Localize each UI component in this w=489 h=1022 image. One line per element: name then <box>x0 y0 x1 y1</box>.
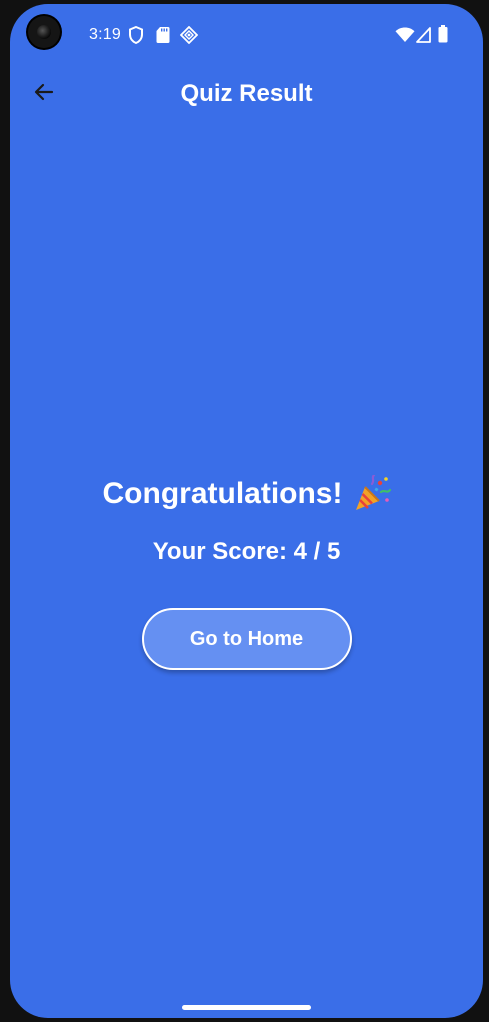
result-content: Congratulations! Your Score: 4 / 5 Go to… <box>10 472 483 670</box>
go-to-home-button[interactable]: Go to Home <box>141 608 352 670</box>
status-bar: 3:19 <box>10 22 483 50</box>
battery-icon <box>438 25 448 48</box>
status-time: 3:19 <box>89 26 121 43</box>
party-popper-icon <box>353 473 391 513</box>
app-bar: Quiz Result <box>10 64 483 120</box>
score-text: Your Score: 4 / 5 <box>152 538 341 565</box>
wifi-icon <box>395 27 415 48</box>
gesture-nav-handle[interactable] <box>182 1005 311 1010</box>
game-controller-icon <box>179 25 199 49</box>
page-title: Quiz Result <box>180 80 313 107</box>
app-screen: 3:19 Quiz Result Congratulations! Your S… <box>10 4 483 1018</box>
cellular-signal-icon <box>416 27 431 48</box>
shield-icon <box>128 25 144 49</box>
congratulations-text: Congratulations! <box>102 477 343 510</box>
sd-card-icon <box>156 26 170 49</box>
congratulations-heading: Congratulations! <box>10 472 483 516</box>
go-to-home-label: Go to Home <box>189 627 304 650</box>
device-frame: 3:19 Quiz Result Congratulations! Your S… <box>0 0 489 1022</box>
